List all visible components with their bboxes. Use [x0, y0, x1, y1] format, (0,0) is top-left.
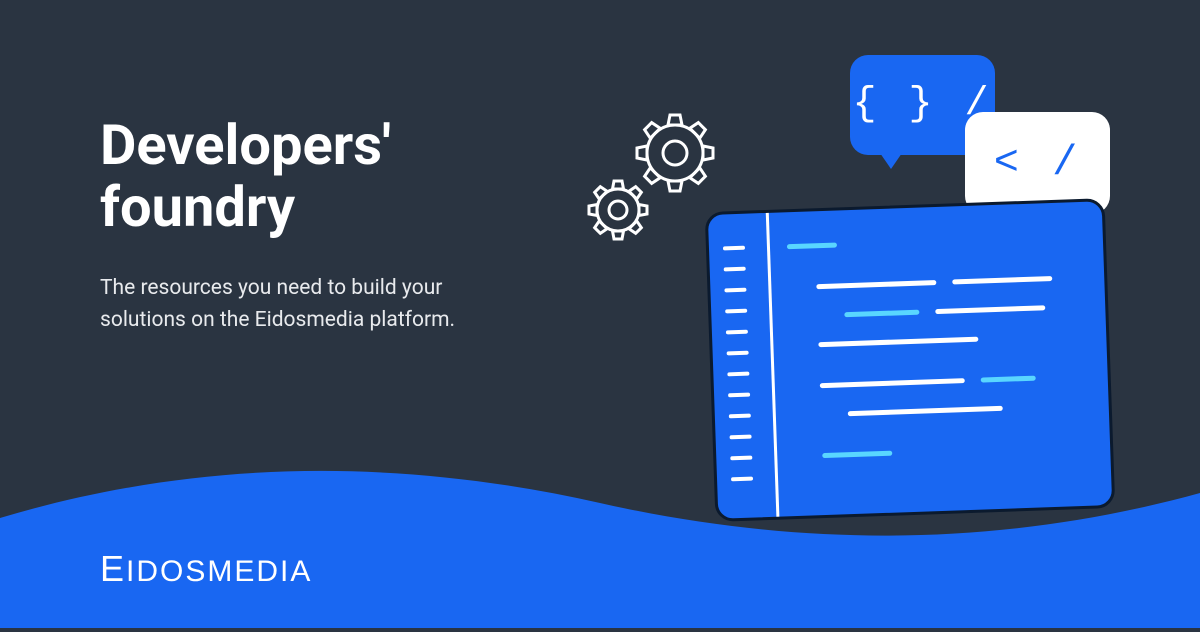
wave-footer: [0, 448, 1200, 628]
hero-subtitle: The resources you need to build your sol…: [100, 273, 520, 336]
brand-logo: EIDOSMEDIA: [100, 548, 312, 590]
hero-content: Developers' foundry The resources you ne…: [100, 115, 520, 336]
code-content: [787, 234, 1091, 475]
logo-first-letter: E: [100, 548, 126, 589]
logo-rest: IDOSMEDIA: [126, 555, 312, 588]
hero-title: Developers' foundry: [100, 115, 520, 238]
